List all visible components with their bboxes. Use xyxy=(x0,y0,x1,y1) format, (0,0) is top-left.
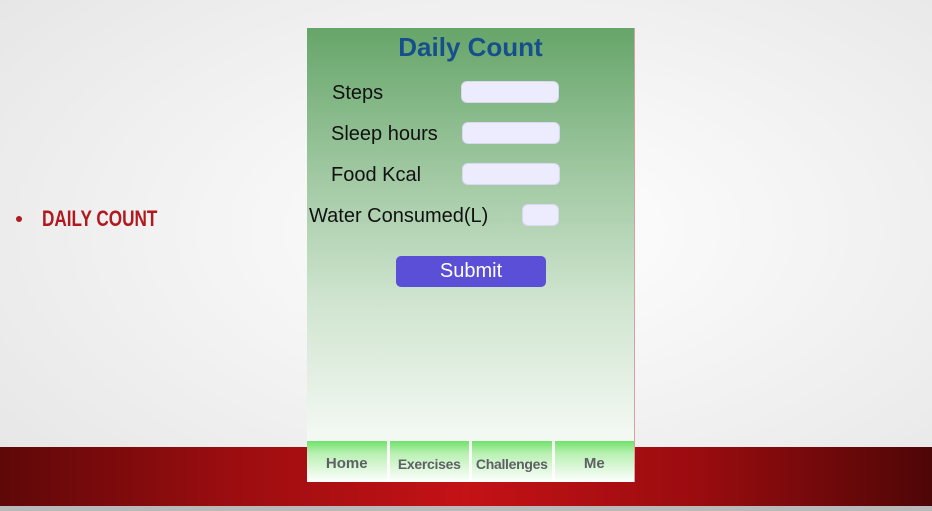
water-consumed-label: Water Consumed(L) xyxy=(309,205,489,227)
food-kcal-label: Food Kcal xyxy=(331,164,422,186)
tab-challenges[interactable]: Challenges xyxy=(472,441,552,482)
bottom-nav: Home Exercises Challenges Me xyxy=(307,441,634,482)
tab-me[interactable]: Me xyxy=(554,441,634,482)
steps-label: Steps xyxy=(332,82,384,104)
food-kcal-input[interactable] xyxy=(462,163,560,185)
submit-button[interactable]: Submit xyxy=(396,256,546,287)
tab-home[interactable]: Home xyxy=(307,441,387,482)
bullet-text: DAILY COUNT xyxy=(42,206,158,231)
sleep-hours-input[interactable] xyxy=(462,122,560,144)
tab-exercises[interactable]: Exercises xyxy=(389,441,469,482)
slide-footer-line xyxy=(0,506,932,511)
slide-bullet: DAILY COUNT xyxy=(16,205,190,233)
bullet-dot-icon xyxy=(16,216,22,222)
steps-input[interactable] xyxy=(461,81,559,103)
sleep-hours-label: Sleep hours xyxy=(331,123,438,145)
app-screenshot: Daily Count Steps Sleep hours Food Kcal … xyxy=(307,28,635,482)
page-title: Daily Count xyxy=(398,32,543,62)
water-consumed-input[interactable] xyxy=(522,204,559,226)
